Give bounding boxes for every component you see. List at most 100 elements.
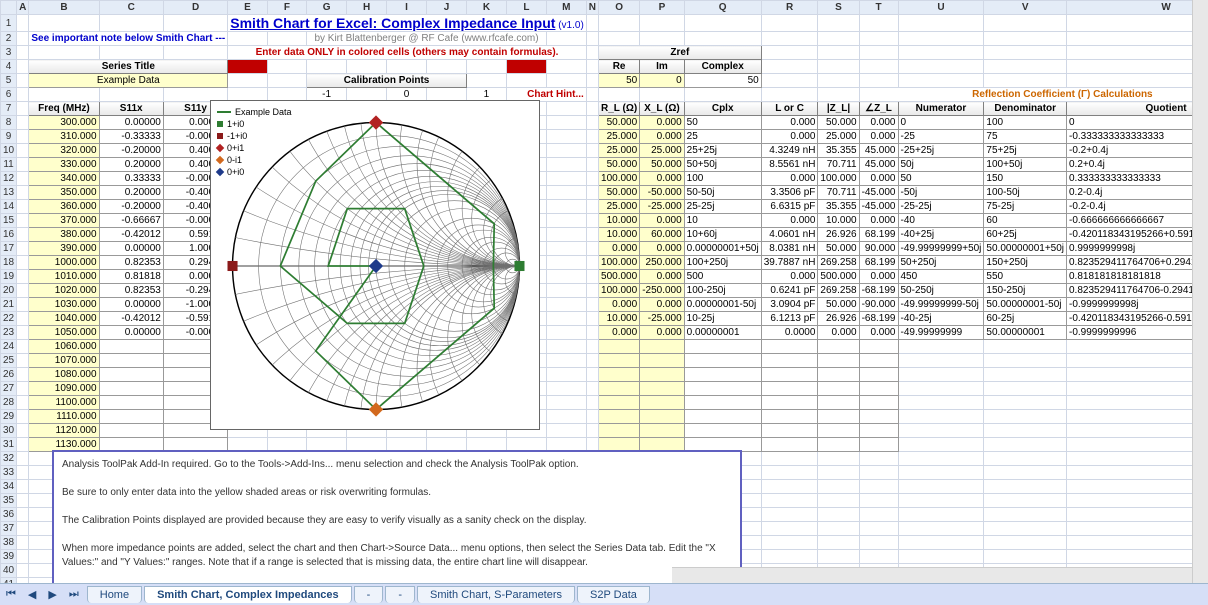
cell[interactable] — [1067, 550, 1208, 564]
cell[interactable]: 500.000 — [818, 270, 859, 284]
row-header[interactable]: 31 — [1, 438, 17, 452]
cell[interactable] — [546, 312, 586, 326]
row-header[interactable]: 22 — [1, 312, 17, 326]
cell[interactable]: 1080.000 — [29, 368, 99, 382]
cell[interactable] — [761, 368, 818, 382]
cell[interactable]: Denominator — [984, 102, 1067, 116]
cell[interactable] — [761, 438, 818, 452]
cell[interactable] — [1067, 424, 1208, 438]
cell[interactable] — [17, 60, 29, 74]
cell[interactable]: 0.000 — [640, 116, 684, 130]
cell[interactable]: 75+25j — [984, 144, 1067, 158]
cell[interactable] — [228, 32, 267, 46]
cell[interactable] — [586, 186, 598, 200]
cell[interactable]: ∠Z_L — [859, 102, 898, 116]
cell[interactable]: 39.7887 nH — [761, 256, 818, 270]
cell[interactable] — [586, 326, 598, 340]
cell[interactable]: 1110.000 — [29, 410, 99, 424]
cell[interactable]: 0.000 — [761, 172, 818, 186]
cell[interactable] — [984, 74, 1067, 88]
cell[interactable]: -50j — [898, 186, 984, 200]
cell[interactable] — [859, 15, 898, 32]
cell[interactable] — [17, 116, 29, 130]
cell[interactable] — [1067, 340, 1208, 354]
cell[interactable]: 0.000 — [640, 270, 684, 284]
row-header[interactable]: 12 — [1, 172, 17, 186]
cell[interactable] — [99, 354, 163, 368]
cell[interactable] — [387, 60, 427, 74]
cell[interactable]: 0.000 — [640, 242, 684, 256]
cell[interactable] — [859, 466, 898, 480]
cell[interactable]: 50 — [599, 74, 640, 88]
row-header[interactable]: 3 — [1, 46, 17, 60]
cell[interactable] — [984, 396, 1067, 410]
tab-nav-prev[interactable]: ◀ — [22, 585, 42, 605]
cell[interactable]: Re — [599, 60, 640, 74]
cell[interactable] — [599, 368, 640, 382]
cell[interactable] — [818, 60, 859, 74]
cell[interactable] — [818, 438, 859, 452]
cell[interactable] — [546, 256, 586, 270]
cell[interactable] — [984, 382, 1067, 396]
cell[interactable]: 330.000 — [29, 158, 99, 172]
cell[interactable]: X_L (Ω) — [640, 102, 684, 116]
column-header[interactable]: P — [640, 1, 684, 15]
cell[interactable] — [898, 60, 984, 74]
cell[interactable] — [99, 15, 163, 32]
sheet-tab[interactable]: - — [385, 586, 415, 603]
cell[interactable] — [984, 494, 1067, 508]
cell[interactable] — [859, 494, 898, 508]
tab-nav-first[interactable]: ⏮ — [0, 585, 22, 605]
cell[interactable] — [859, 382, 898, 396]
cell[interactable] — [761, 508, 818, 522]
cell[interactable]: 100.000 — [599, 284, 640, 298]
cell[interactable]: 10.000 — [599, 312, 640, 326]
cell[interactable] — [1067, 396, 1208, 410]
cell[interactable]: -68.199 — [859, 312, 898, 326]
cell[interactable]: 320.000 — [29, 144, 99, 158]
column-header[interactable]: I — [387, 1, 427, 15]
cell[interactable]: 25.000 — [599, 200, 640, 214]
cell[interactable] — [1067, 60, 1208, 74]
cell[interactable]: -0.66667 — [99, 214, 163, 228]
cell[interactable]: 0.000 — [761, 130, 818, 144]
cell[interactable] — [859, 60, 898, 74]
cell[interactable] — [761, 74, 818, 88]
column-header[interactable]: D — [163, 1, 227, 15]
cell[interactable]: -0.420118343195266+0.591715976331361j — [1067, 228, 1208, 242]
cell[interactable] — [506, 60, 546, 74]
cell[interactable]: 0 — [898, 116, 984, 130]
cell[interactable]: 1070.000 — [29, 354, 99, 368]
cell[interactable] — [818, 536, 859, 550]
cell[interactable]: L or C — [761, 102, 818, 116]
cell[interactable] — [599, 410, 640, 424]
cell[interactable] — [466, 74, 506, 88]
cell[interactable] — [984, 15, 1067, 32]
cell[interactable] — [984, 452, 1067, 466]
cell[interactable]: -0.2+0.4j — [1067, 144, 1208, 158]
cell[interactable]: 25.000 — [818, 130, 859, 144]
cell[interactable] — [17, 32, 29, 46]
cell[interactable] — [546, 228, 586, 242]
cell[interactable] — [898, 452, 984, 466]
cell[interactable] — [898, 15, 984, 32]
row-header[interactable]: 14 — [1, 200, 17, 214]
cell[interactable]: S11x — [99, 102, 163, 116]
cell[interactable] — [1067, 410, 1208, 424]
cell[interactable] — [640, 368, 684, 382]
cell[interactable] — [761, 480, 818, 494]
row-header[interactable]: 29 — [1, 410, 17, 424]
cell[interactable]: 60.000 — [640, 228, 684, 242]
cell[interactable] — [546, 242, 586, 256]
cell[interactable] — [761, 32, 818, 46]
cell[interactable]: 26.926 — [818, 228, 859, 242]
worksheet-area[interactable]: ABCDEFGHIJKLMNOPQRSTUVWX 1Smith Chart fo… — [0, 0, 1208, 583]
cell[interactable]: 0 — [1067, 116, 1208, 130]
cell[interactable] — [17, 270, 29, 284]
row-header[interactable]: 24 — [1, 340, 17, 354]
cell[interactable] — [761, 550, 818, 564]
cell[interactable]: 269.258 — [818, 284, 859, 298]
cell[interactable] — [99, 88, 163, 102]
cell[interactable] — [586, 354, 598, 368]
cell[interactable]: -0.33333 — [99, 130, 163, 144]
